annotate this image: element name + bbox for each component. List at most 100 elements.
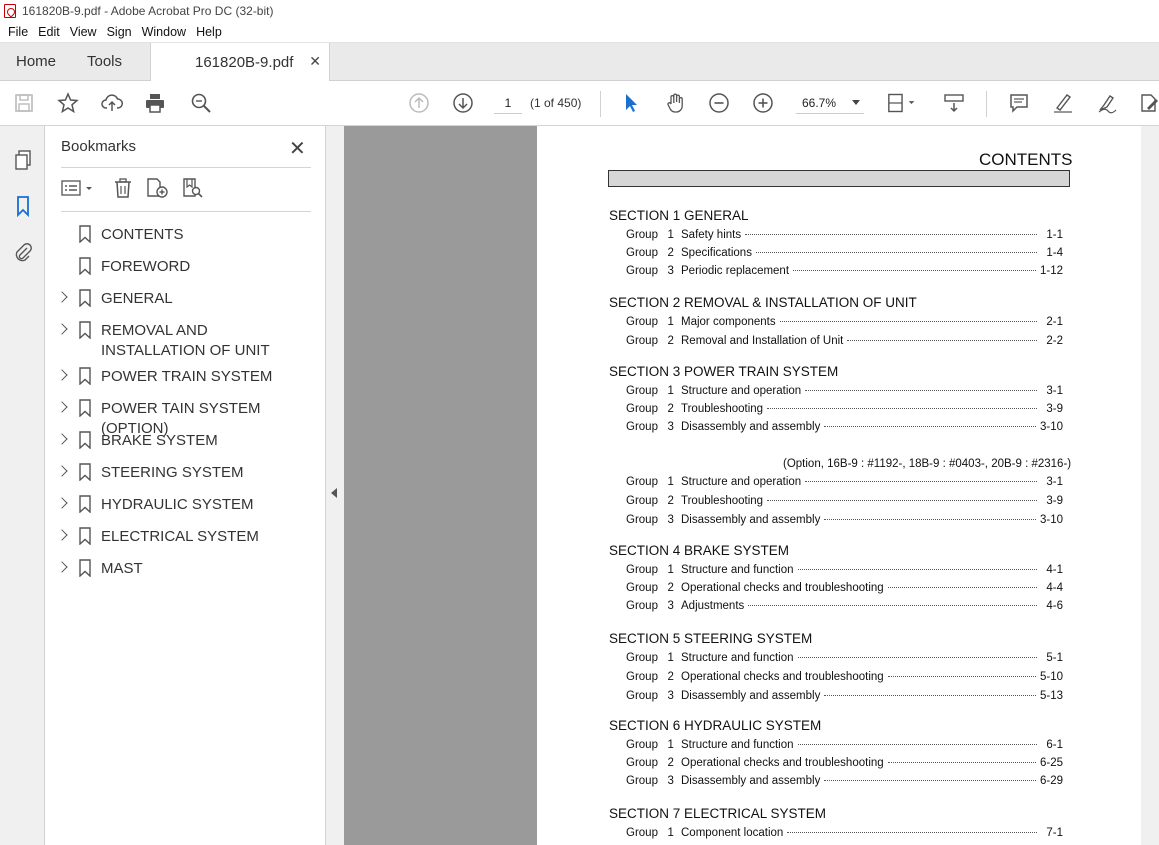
zoom-out-icon[interactable] [707,91,731,115]
toc-row[interactable]: Group 1 Major components 2-1 [626,316,1063,330]
toc-row[interactable]: Group 2 Specifications 1-4 [626,247,1063,261]
title-bar: 161820B-9.pdf - Adobe Acrobat Pro DC (32… [0,0,1159,22]
chevron-right-icon[interactable] [56,465,68,477]
toc-row[interactable]: Group 3 Periodic replacement 1-12 [626,265,1063,279]
star-icon[interactable] [56,91,80,115]
contents-heading: CONTENTS [979,150,1073,169]
page-display-icon[interactable] [885,91,921,115]
select-cursor-icon[interactable] [619,91,643,115]
hand-tool-icon[interactable] [663,91,687,115]
chevron-right-icon[interactable] [56,433,68,445]
toc-row[interactable]: Group 2 Removal and Installation of Unit 2… [626,335,1063,349]
print-icon[interactable] [143,91,167,115]
toc-row[interactable]: Group 3 Adjustments 4-6 [626,600,1063,614]
toc-group-title: Disassembly and assembly [681,421,821,433]
toc-page-ref: 1-4 [1046,247,1063,259]
bookmark-icon [79,559,91,577]
toc-row[interactable]: Group 1 Safety hints 1-1 [626,229,1063,243]
menu-file[interactable]: File [3,25,33,39]
chevron-right-icon[interactable] [56,323,68,335]
close-panel-icon[interactable]: ✕ [289,136,306,161]
new-bookmark-icon[interactable] [145,177,169,204]
bookmark-icon [79,289,91,307]
toc-row[interactable]: Group 2 Troubleshooting 3-9 [626,403,1063,417]
menu-edit[interactable]: Edit [33,25,65,39]
toc-row[interactable]: Group 3 Disassembly and assembly 3-10 [626,421,1063,435]
toc-row[interactable]: Group 3 Disassembly and assembly 6-29 [626,775,1063,789]
document-viewer[interactable]: CONTENTS SECTION 1 GENERAL Group 1 Safety … [344,126,1159,845]
zoom-in-icon[interactable] [751,91,775,115]
right-pane-strip [1141,126,1159,845]
tab-tools[interactable]: Tools [75,43,131,80]
toc-page-ref: 4-4 [1046,582,1063,594]
toc-dot-leader [887,762,1036,763]
page-number-input[interactable]: 1 [494,92,522,114]
toc-row[interactable]: Group 1 Structure and function 4-1 [626,564,1063,578]
toc-group-number: Group 1 [626,316,674,328]
toc-row[interactable]: Group 3 Disassembly and assembly 5-13 [626,690,1063,704]
scroll-mode-icon[interactable] [942,91,966,115]
toc-page-ref: 3-1 [1046,385,1063,397]
toc-row[interactable]: Group 2 Operational checks and troublesho… [626,757,1063,771]
tab-document[interactable]: 161820B-9.pdf ✕ [150,43,330,81]
bookmark-panel-icon[interactable] [11,194,35,218]
previous-page-icon[interactable] [407,91,431,115]
sign-pen-icon[interactable] [1095,91,1119,115]
toc-row[interactable]: Group 3 Disassembly and assembly 3-10 [626,514,1063,528]
attachment-paperclip-icon[interactable] [11,240,35,264]
toc-group-title: Operational checks and troubleshooting [681,757,884,769]
bookmark-label: GENERAL [101,290,173,307]
tab-home[interactable]: Home [0,43,75,80]
close-tab-icon[interactable]: ✕ [309,53,321,70]
highlight-pen-icon[interactable] [1051,91,1075,115]
chevron-right-icon[interactable] [56,291,68,303]
upload-cloud-icon[interactable] [100,91,124,115]
chevron-right-icon[interactable] [56,497,68,509]
toc-row[interactable]: Group 2 Operational checks and troublesho… [626,582,1063,596]
toc-page-ref: 4-1 [1046,564,1063,576]
bookmark-options-icon[interactable] [61,177,95,204]
toc-row[interactable]: Group 1 Component location 7-1 [626,827,1063,841]
save-icon[interactable] [12,91,36,115]
toc-page-ref: 5-1 [1046,652,1063,664]
comment-icon[interactable] [1007,91,1031,115]
delete-bookmark-icon[interactable] [112,177,134,204]
edit-pdf-icon[interactable] [1137,91,1159,115]
zoom-level-select[interactable]: 66.7% [796,92,864,114]
tab-bar: Home Tools 161820B-9.pdf ✕ [0,43,1159,81]
page-thumbnails-icon[interactable] [11,148,35,172]
next-page-icon[interactable] [451,91,475,115]
toc-row[interactable]: Group 2 Operational checks and troublesho… [626,671,1063,685]
toc-row[interactable]: Group 1 Structure and function 6-1 [626,739,1063,753]
panel-collapse-handle[interactable] [326,126,344,845]
zoom-level-value: 66.7% [802,96,837,110]
toc-group-title: Removal and Installation of Unit [681,335,844,347]
bookmark-label: POWER TRAIN SYSTEM [101,368,273,385]
toc-row[interactable]: Group 1 Structure and operation 3-1 [626,476,1063,490]
toc-dot-leader [887,676,1036,677]
toc-dot-leader [767,408,1037,409]
option-note: (Option, 16B-9 : #1192-, 18B-9 : #0403-,… [783,458,1072,470]
bookmark-icon [79,495,91,513]
toc-row[interactable]: Group 2 Troubleshooting 3-9 [626,495,1063,509]
toc-row[interactable]: Group 1 Structure and operation 3-1 [626,385,1063,399]
zoom-search-icon[interactable] [189,91,213,115]
chevron-right-icon[interactable] [56,369,68,381]
chevron-right-icon[interactable] [56,529,68,541]
chevron-right-icon[interactable] [56,401,68,413]
menu-window[interactable]: Window [137,25,191,39]
toc-dot-leader [797,657,1037,658]
menu-sign[interactable]: Sign [102,25,137,39]
toc-group-title: Adjustments [681,600,745,612]
find-bookmark-icon[interactable] [181,177,205,204]
bookmark-icon [79,321,91,339]
toc-dot-leader [847,340,1037,341]
heading-rule-bar [608,170,1070,187]
bookmark-label: MAST [101,560,143,577]
chevron-right-icon[interactable] [56,561,68,573]
toc-group-number: Group 1 [626,652,674,664]
menu-view[interactable]: View [65,25,102,39]
menu-help[interactable]: Help [191,25,227,39]
toc-dot-leader [797,569,1037,570]
toc-row[interactable]: Group 1 Structure and function 5-1 [626,652,1063,666]
